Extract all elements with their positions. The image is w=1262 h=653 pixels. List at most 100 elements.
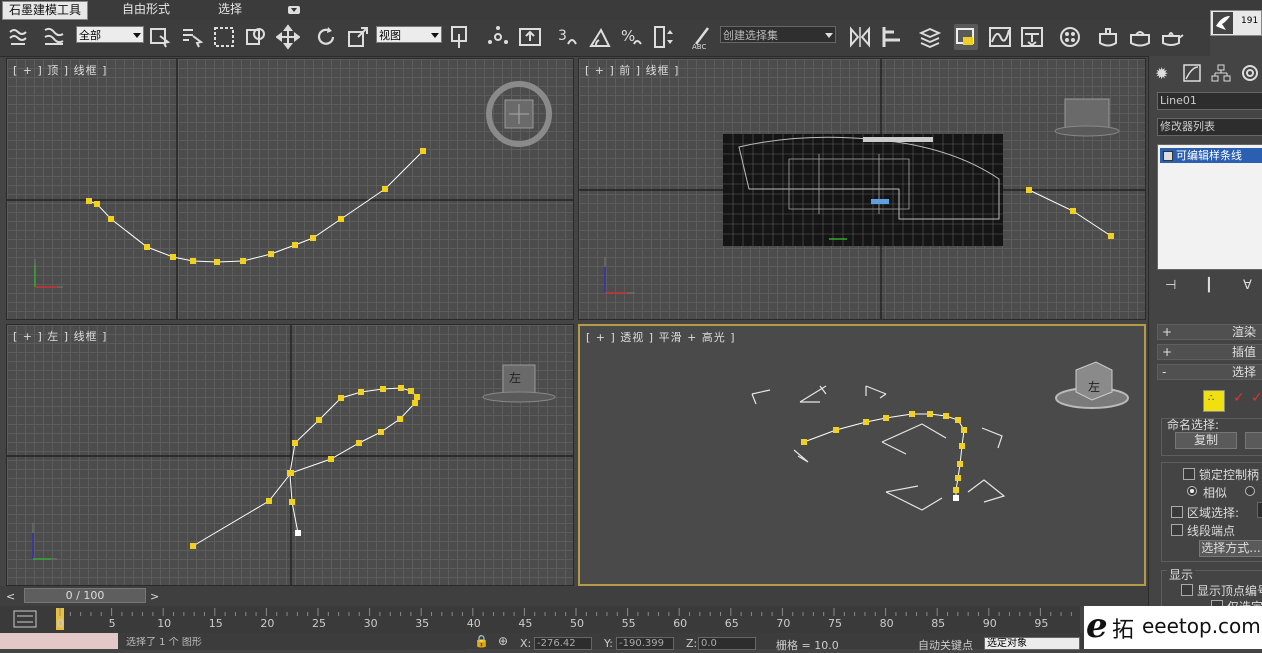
schematic-view-icon[interactable] <box>1020 24 1044 50</box>
spline-vertex[interactable] <box>955 417 961 423</box>
next-frame-icon[interactable]: > <box>150 590 159 603</box>
spline-vertex[interactable] <box>863 419 869 425</box>
unlink-icon[interactable] <box>42 24 66 50</box>
stack-item-editable-spline[interactable]: 可编辑样条线 <box>1160 148 1262 163</box>
spinner-snap-icon[interactable] <box>652 24 676 50</box>
viewcube-left-label[interactable]: 左 <box>509 369 521 386</box>
modify-tab-icon[interactable] <box>1183 64 1203 82</box>
ribbon-tab-graphite[interactable]: 石墨建模工具 <box>2 1 89 20</box>
spline-vertex[interactable] <box>108 216 114 222</box>
render-setup-icon[interactable] <box>1096 24 1120 50</box>
spline-mode-icon[interactable]: ✓ <box>1251 390 1262 406</box>
spline-vertex[interactable] <box>1026 187 1032 193</box>
ribbon-tab-freeform[interactable]: 自由形式 <box>116 1 176 18</box>
viewcube-persp-label[interactable]: 左 <box>1088 378 1100 395</box>
graphite-modeling-toggle-icon[interactable] <box>954 24 978 50</box>
spline-vertex[interactable] <box>295 530 301 536</box>
spline-vertex[interactable] <box>190 543 196 549</box>
move-icon[interactable] <box>275 24 301 50</box>
spline-vertex[interactable] <box>316 417 322 423</box>
select-manipulate-icon[interactable] <box>486 24 510 50</box>
motion-tab-icon[interactable] <box>1239 64 1261 82</box>
lock-handles-checkbox[interactable] <box>1183 468 1195 480</box>
spline-vertex[interactable] <box>328 456 334 462</box>
align-icon[interactable] <box>880 24 904 50</box>
spline-vertex[interactable] <box>287 470 293 476</box>
selection-lock-icon[interactable]: 🔒 <box>474 634 489 648</box>
spline-path[interactable] <box>88 150 424 263</box>
prev-frame-icon[interactable]: < <box>6 590 15 603</box>
spline-vertex[interactable] <box>338 216 344 222</box>
viewport-left[interactable]: [ + ] 左 ] 线框 ] 左 <box>6 324 574 586</box>
spline-vertex[interactable] <box>953 495 959 501</box>
snap-toggle-icon[interactable]: 3 <box>556 24 580 50</box>
spline-vertex[interactable] <box>955 475 961 481</box>
select-by-button[interactable]: 选择方式... <box>1199 540 1262 557</box>
select-by-name-icon[interactable] <box>180 24 204 50</box>
spline-vertex[interactable] <box>408 388 414 394</box>
curve-editor-icon[interactable] <box>988 24 1012 50</box>
similar-radio[interactable] <box>1187 486 1197 496</box>
spline-vertex[interactable] <box>1070 208 1076 214</box>
key-filter-dropdown[interactable]: 选定对象 <box>984 637 1080 650</box>
render-production-icon[interactable] <box>1160 24 1184 50</box>
modifier-list-dropdown[interactable]: 修改器列表 <box>1157 118 1262 136</box>
spline-vertex[interactable] <box>94 201 100 207</box>
maxscript-listener[interactable] <box>0 633 118 649</box>
spline-vertex[interactable] <box>382 186 388 192</box>
spline-vertex[interactable] <box>943 413 949 419</box>
ribbon-tab-selection[interactable]: 选择 <box>212 1 248 18</box>
paste-button[interactable] <box>1245 432 1262 449</box>
spline-vertex[interactable] <box>909 411 915 417</box>
pivot-center-icon[interactable] <box>448 24 472 50</box>
show-end-result-icon[interactable]: ┃ <box>1205 278 1213 293</box>
edit-named-selection-icon[interactable]: ABC <box>690 24 714 51</box>
spline-vertex[interactable] <box>268 251 274 257</box>
spline-vertex[interactable] <box>338 395 344 401</box>
rollout-rendering[interactable]: + 渲染 <box>1157 324 1262 340</box>
link-icon[interactable] <box>6 24 30 50</box>
vertex-mode-icon[interactable]: ∴ <box>1203 390 1225 412</box>
auto-key-button[interactable]: 自动关键点 <box>918 637 973 653</box>
expand-icon[interactable] <box>1163 151 1173 161</box>
rect-selection-icon[interactable] <box>212 24 236 50</box>
spline-vertex[interactable] <box>266 498 272 504</box>
reference-coord-dropdown[interactable]: 视图 <box>376 26 442 43</box>
select-object-icon[interactable] <box>148 24 172 50</box>
layer-manager-icon[interactable] <box>918 24 942 50</box>
percent-snap-icon[interactable]: % <box>620 24 644 50</box>
hierarchy-tab-icon[interactable] <box>1211 64 1231 82</box>
rollout-selection[interactable]: - 选择 <box>1157 364 1262 380</box>
selection-filter-dropdown[interactable]: 全部 <box>76 26 144 43</box>
spline-vertex[interactable] <box>1108 233 1114 239</box>
object-name-field[interactable]: Line01 <box>1157 92 1262 110</box>
segment-end-checkbox[interactable] <box>1171 524 1183 536</box>
segment-mode-icon[interactable]: ✓ <box>1233 390 1245 406</box>
spline-vertex[interactable] <box>86 198 92 204</box>
copy-button[interactable]: 复制 <box>1175 432 1237 449</box>
rollout-interpolation[interactable]: + 插值 <box>1157 344 1262 360</box>
make-unique-icon[interactable]: ∀ <box>1243 278 1252 293</box>
spline-vertex[interactable] <box>144 244 150 250</box>
viewport-perspective[interactable]: [ + ] 透视 ] 平滑 + 高光 ] 左 <box>578 324 1146 586</box>
mirror-icon[interactable] <box>848 24 872 50</box>
info-center-badge[interactable]: 191 <box>1210 10 1262 36</box>
z-coord-field[interactable]: 0.0 <box>698 637 756 650</box>
spline-vertex[interactable] <box>310 235 316 241</box>
spline-path[interactable] <box>803 413 965 498</box>
rotate-icon[interactable] <box>314 24 338 50</box>
window-crossing-icon[interactable] <box>244 24 268 50</box>
absolute-mode-icon[interactable]: ⊕ <box>498 634 508 648</box>
scale-icon[interactable] <box>346 24 370 50</box>
named-selection-set-dropdown[interactable]: 创建选择集 <box>720 26 836 43</box>
spline-path[interactable] <box>192 387 418 547</box>
spline-vertex[interactable] <box>420 148 426 154</box>
create-tab-icon[interactable]: ✹ <box>1155 64 1168 83</box>
spline-vertex[interactable] <box>398 385 404 391</box>
spline-vertex[interactable] <box>953 487 959 493</box>
spline-vertex[interactable] <box>289 499 295 505</box>
spline-vertex[interactable] <box>170 254 176 260</box>
material-editor-icon[interactable] <box>1058 24 1082 50</box>
time-slider[interactable]: 0 / 100 <box>24 588 146 603</box>
spline-vertex[interactable] <box>927 411 933 417</box>
